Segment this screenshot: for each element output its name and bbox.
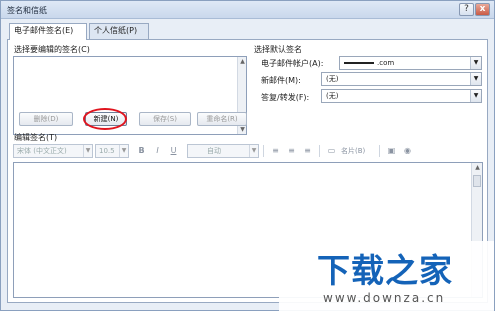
scroll-thumb[interactable] [473, 175, 481, 187]
edit-signature-label: 编辑签名(T) [14, 133, 58, 142]
new-messages-value: (无) [326, 75, 339, 83]
insert-picture-icon[interactable]: ▣ [385, 145, 398, 157]
toolbar-divider [379, 145, 380, 157]
default-signature-heading: 选择默认签名 [254, 45, 302, 54]
account-label: 电子邮件帐户(A): [261, 59, 324, 68]
tab-email-signature[interactable]: 电子邮件签名(E) [9, 23, 87, 40]
reply-forward-value: (无) [326, 92, 339, 100]
italic-button[interactable]: I [151, 145, 164, 157]
business-card-button[interactable]: 名片(B) [341, 146, 365, 156]
new-messages-label: 新邮件(M): [261, 76, 301, 85]
align-center-icon[interactable]: ≡ [285, 145, 298, 157]
signature-list-label: 选择要编辑的签名(C) [14, 45, 90, 54]
font-color-value: 自动 [207, 147, 221, 155]
window-title: 签名和信纸 [7, 6, 47, 15]
font-size-select[interactable]: 10.5 ▼ [95, 144, 129, 158]
align-left-icon[interactable]: ≡ [269, 145, 282, 157]
chevron-down-icon[interactable]: ▼ [470, 90, 481, 102]
chevron-down-icon[interactable]: ▼ [470, 73, 481, 85]
tab-personal-stationery[interactable]: 个人信纸(P) [89, 23, 149, 39]
watermark-url: www.downza.cn [323, 291, 446, 305]
scroll-down-icon[interactable]: ▼ [239, 126, 246, 133]
highlight-ring [83, 108, 127, 130]
chevron-down-icon[interactable]: ▼ [470, 57, 481, 69]
close-button[interactable]: x [475, 3, 490, 16]
toolbar-divider [319, 145, 320, 157]
rename-button[interactable]: 重命名(R) [197, 112, 247, 126]
chevron-down-icon[interactable]: ▼ [119, 145, 128, 157]
business-card-icon: ▭ [327, 146, 336, 155]
font-value: 宋体 (中文正文) [17, 147, 67, 155]
watermark-logo: 下载之家 www.downza.cn [279, 241, 494, 311]
help-button[interactable]: ? [459, 3, 474, 16]
font-select[interactable]: 宋体 (中文正文) ▼ [13, 144, 93, 158]
chevron-down-icon[interactable]: ▼ [83, 145, 92, 157]
underline-button[interactable]: U [167, 145, 180, 157]
align-right-icon[interactable]: ≡ [301, 145, 314, 157]
signatures-dialog: 签名和信纸 ? x 电子邮件签名(E) 个人信纸(P) 选择要编辑的签名(C) … [0, 0, 495, 311]
account-value: .com [377, 59, 395, 67]
title-bar: 签名和信纸 ? x [1, 1, 494, 19]
redacted-account [344, 62, 374, 64]
new-messages-select[interactable]: (无) ▼ [321, 72, 482, 86]
watermark-title: 下载之家 [317, 251, 453, 290]
delete-button[interactable]: 删除(D) [19, 112, 73, 126]
toolbar-divider [263, 145, 264, 157]
reply-forward-label: 答复/转发(F): [261, 93, 310, 102]
save-button[interactable]: 保存(S) [139, 112, 191, 126]
account-select[interactable]: .com ▼ [339, 56, 482, 70]
font-size-value: 10.5 [99, 147, 115, 155]
insert-hyperlink-icon[interactable]: ◉ [401, 145, 414, 157]
formatting-toolbar: 宋体 (中文正文) ▼ 10.5 ▼ B I U 自动 ▼ ≡ ≡ ≡ ▭ 名片… [13, 144, 483, 160]
scroll-up-icon[interactable]: ▲ [474, 164, 481, 171]
reply-forward-select[interactable]: (无) ▼ [321, 89, 482, 103]
bold-button[interactable]: B [135, 145, 148, 157]
chevron-down-icon[interactable]: ▼ [249, 145, 258, 157]
font-color-select[interactable]: 自动 ▼ [187, 144, 259, 158]
scroll-up-icon[interactable]: ▲ [239, 58, 246, 65]
